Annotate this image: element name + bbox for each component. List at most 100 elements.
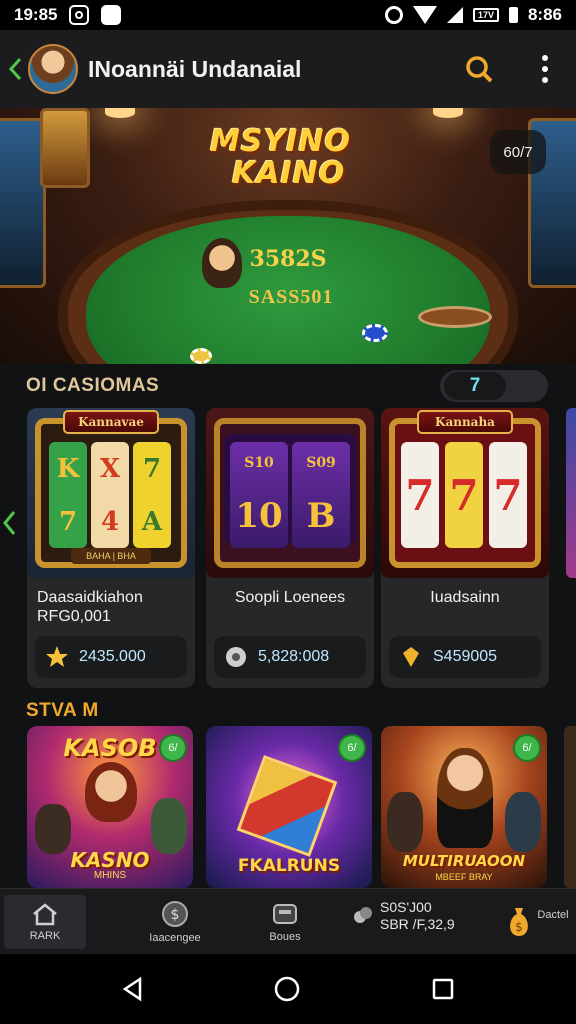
reel-symbol: K [56, 453, 80, 484]
game-card-peek[interactable] [566, 408, 576, 578]
reel-symbol: 7 [58, 506, 78, 537]
nav-deposit[interactable]: $ Dactel [498, 895, 574, 949]
featured-card[interactable]: KASOB KASNO MHINS 6/ [27, 726, 193, 888]
game-thumbnail[interactable]: Kannavae K 7 X 4 7 A BAHA | BHA [27, 408, 195, 578]
app-bar: INoannäi Undanaial [0, 30, 576, 108]
character-icon [387, 792, 423, 852]
featured-sub: MBEEF BRAY [435, 872, 493, 882]
reel-symbol: A [141, 506, 163, 537]
status-bar: 19:85 17V 8:86 [0, 0, 576, 30]
reel-symbol: S09 [306, 454, 336, 471]
hero-logo: MSYINO KAINO [210, 126, 351, 190]
star-icon [46, 646, 68, 667]
reel-symbol: 7 [449, 470, 479, 520]
section-title: OI CASIOMAS [26, 375, 160, 396]
status-time-right: 8:86 [527, 5, 562, 24]
game-value-box[interactable]: 2435.000 [35, 636, 187, 678]
hero-banner[interactable]: MSYINO KAINO 3582S SASS501 60/7 [0, 108, 576, 364]
game-thumbnail[interactable]: Kannaha 7 7 7 [381, 408, 549, 578]
battery-label: 17V [472, 8, 499, 22]
featured-card-peek[interactable] [564, 726, 576, 888]
felt-numbers: 3582S [249, 246, 327, 272]
avatar[interactable] [28, 44, 78, 94]
chevron-left-icon[interactable] [4, 49, 26, 89]
slot-footer: BAHA | BHA [71, 548, 151, 564]
character-icon [437, 748, 493, 848]
nav-games[interactable]: $ Iaacengee [132, 895, 218, 949]
game-value: S459005 [433, 648, 498, 665]
game-value-box[interactable]: S459005 [389, 636, 541, 678]
section-header-games: OI CASIOMAS 7 [0, 368, 576, 404]
featured-badge[interactable]: 6/ [338, 734, 366, 762]
game-value: 2435.000 [79, 648, 146, 665]
chip-tray [418, 306, 492, 328]
nav-label: RARK [29, 930, 61, 942]
game-value: 5,828:008 [258, 648, 330, 665]
reel-symbol: S10 [244, 454, 274, 471]
home-circle-icon[interactable] [272, 974, 302, 1004]
featured-card[interactable]: MULTIRUAOON MBEEF BRAY 6/ [381, 726, 547, 888]
signal-icon [446, 7, 463, 23]
stats-line2: SBR /F,32,9 [380, 916, 455, 932]
coins-icon [354, 907, 372, 923]
nav-home[interactable]: RARK [4, 895, 86, 949]
svg-text:$: $ [516, 920, 524, 934]
game-thumbnail[interactable]: S10 10 S09 B [206, 408, 374, 578]
recents-square-icon[interactable] [428, 974, 458, 1004]
featured-subtitle: FKALRUNS [237, 856, 341, 876]
games-row: Kannavae K 7 X 4 7 A BAHA | BHA Daasaidkiah… [0, 408, 576, 690]
coin-icon: $ [162, 901, 188, 927]
cube-icon [236, 755, 338, 857]
gem-icon [403, 647, 419, 667]
game-card[interactable]: Kannavae K 7 X 4 7 A BAHA | BHA Daasaidkiah… [27, 408, 195, 688]
app-icon [101, 5, 122, 25]
reel-symbol: 7 [142, 453, 162, 484]
search-icon[interactable] [462, 52, 496, 86]
status-time: 19:85 [14, 5, 58, 24]
hero-logo-line1: MSYINO [210, 124, 351, 159]
nav-label: Boues [269, 931, 301, 943]
featured-badge[interactable]: 6/ [513, 734, 541, 762]
reel-symbol: 4 [100, 506, 120, 537]
section-pill[interactable]: 7 [440, 370, 548, 402]
reel-symbol: 10 [235, 495, 283, 536]
featured-row: KASOB KASNO MHINS 6/ FKALRUNS 6/ MULTIRU… [0, 726, 576, 888]
slot-banner: Kannaha [417, 410, 513, 434]
featured-subtitle: KASNO [70, 848, 150, 872]
game-name: Daasaidkiahon RFG0,001 [37, 589, 143, 625]
featured-card[interactable]: FKALRUNS 6/ [206, 726, 372, 888]
reel-symbol: B [306, 495, 336, 536]
back-triangle-icon[interactable] [118, 974, 148, 1004]
wall-art-decoration [40, 108, 90, 188]
character-icon [505, 792, 541, 852]
game-name: Iuadsainn [430, 589, 500, 606]
wifi-icon [412, 6, 437, 24]
lamp-decoration [433, 108, 463, 118]
reel-symbol: 7 [493, 470, 523, 520]
character-icon [85, 762, 137, 822]
game-value-box[interactable]: 5,828:008 [214, 636, 366, 678]
chip-icon [226, 647, 246, 667]
game-card[interactable]: Kannaha 7 7 7 Iuadsainn S459005 [381, 408, 549, 688]
hero-logo-line2: KAINO [232, 156, 346, 191]
more-vertical-icon[interactable] [538, 52, 552, 86]
stats-line1: S0S'J00 [380, 899, 432, 915]
section-title: STVA M [26, 700, 99, 721]
page-title: INoannäi Undanaial [88, 55, 302, 82]
wallet-icon [273, 904, 297, 924]
character-icon [35, 804, 71, 854]
hero-badge[interactable]: 60/7 [490, 130, 546, 174]
battery-icon [508, 7, 518, 23]
alarm-icon [384, 6, 403, 24]
system-nav-bar [0, 954, 576, 1024]
game-card[interactable]: S10 10 S09 B Soopli Loenees 5,828:008 [206, 408, 374, 688]
nav-stats[interactable]: S0S'J00 SBR /F,32,9 [352, 899, 455, 933]
svg-text:$: $ [171, 907, 180, 923]
nav-bonus[interactable]: Boues [250, 895, 320, 949]
section-pill-value[interactable]: 7 [444, 372, 506, 400]
lamp-decoration [105, 108, 135, 118]
reel-symbol: 7 [405, 470, 435, 520]
featured-subtitle: MULTIRUAOON [402, 852, 526, 870]
featured-sub: MHINS [93, 870, 127, 881]
featured-badge[interactable]: 6/ [159, 734, 187, 762]
